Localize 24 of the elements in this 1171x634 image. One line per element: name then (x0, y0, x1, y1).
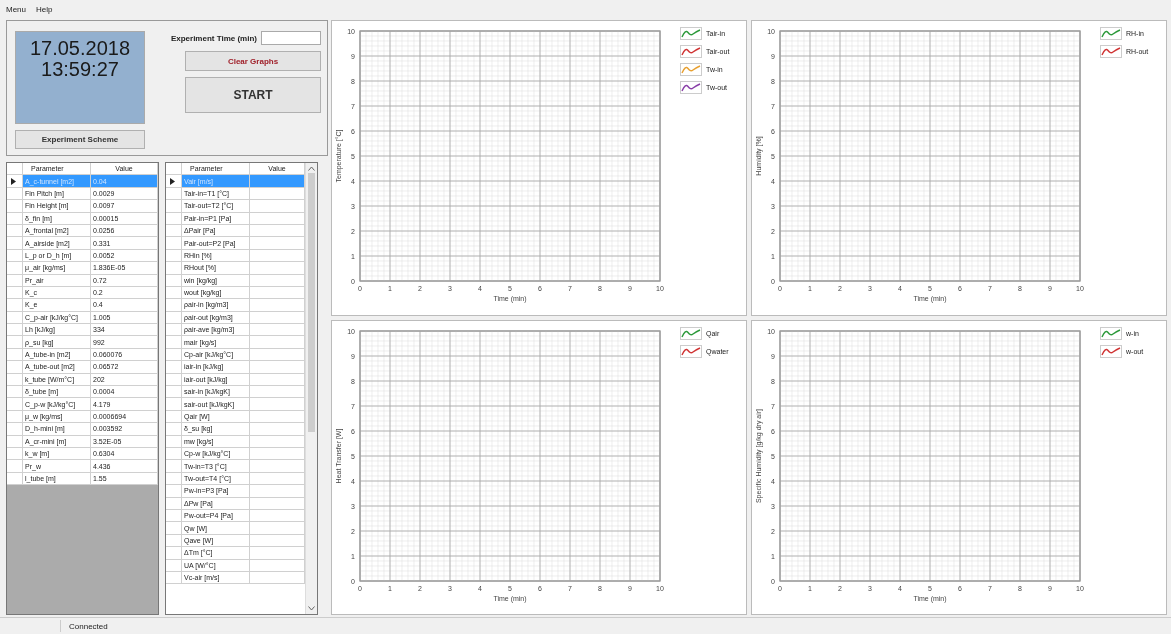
line-sample-icon (1100, 344, 1122, 358)
start-button[interactable]: START (185, 77, 321, 113)
experiment-time-label: Experiment Time (min) (170, 33, 257, 43)
line-sample-icon (680, 63, 702, 76)
line-sample-icon (680, 344, 702, 358)
time-text: 13:59:27 (41, 59, 119, 80)
line-sample-icon (680, 27, 702, 40)
experiment-time-field[interactable] (261, 31, 321, 45)
line-sample-icon (680, 45, 702, 58)
menu-item[interactable]: Help (36, 4, 53, 14)
line-sample-icon (1100, 27, 1122, 40)
table-cell[interactable] (250, 175, 305, 188)
experiment-scheme-button[interactable]: Experiment Scheme (15, 130, 145, 149)
scrollbar[interactable] (305, 163, 317, 614)
clear-graphs-button[interactable]: Clear Graphs (185, 51, 321, 71)
line-sample-icon (1100, 45, 1122, 58)
line-sample-icon (680, 81, 702, 94)
scroll-up-icon[interactable] (308, 166, 315, 171)
menu-item[interactable]: Menu (6, 4, 26, 14)
date-text: 17.05.2018 (29, 38, 131, 59)
line-sample-icon (1100, 326, 1122, 340)
scroll-down-icon[interactable] (308, 606, 315, 611)
status-text: Connected (68, 621, 108, 631)
line-sample-icon (680, 326, 702, 340)
